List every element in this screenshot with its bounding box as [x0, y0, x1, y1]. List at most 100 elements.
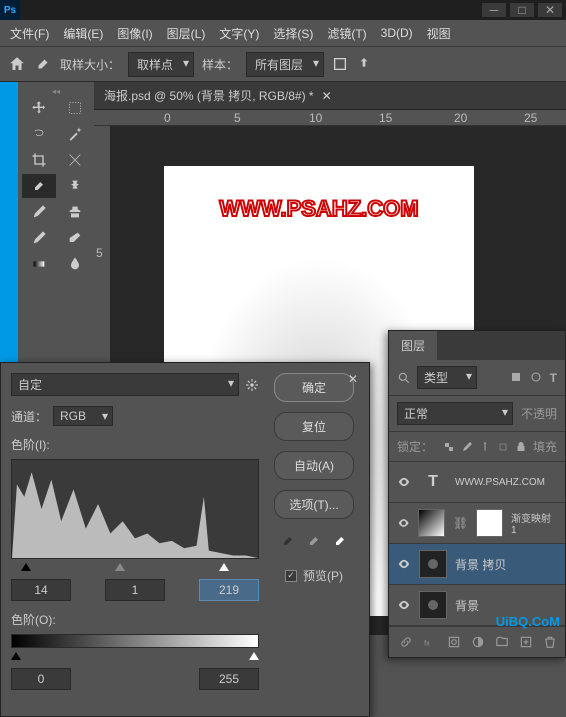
gradient-tool[interactable]	[22, 252, 56, 276]
ok-button[interactable]: 确定	[274, 373, 354, 402]
menu-select[interactable]: 选择(S)	[267, 23, 319, 44]
visibility-icon[interactable]	[397, 598, 411, 612]
layers-panel: 图层 类型 T 正常 不透明 锁定： 填充	[388, 330, 566, 658]
visibility-icon[interactable]	[397, 516, 410, 530]
history-brush-tool[interactable]	[22, 226, 56, 250]
menu-3d[interactable]: 3D(D)	[375, 24, 419, 42]
gear-icon[interactable]	[245, 378, 259, 392]
output-slider[interactable]	[11, 652, 259, 662]
link-icon[interactable]: ⛓	[453, 516, 468, 530]
magic-wand-tool[interactable]	[58, 122, 92, 146]
close-icon[interactable]: ✕	[322, 89, 332, 103]
gray-eyedropper-icon[interactable]	[306, 533, 322, 549]
link-layers-icon[interactable]	[399, 635, 413, 649]
home-icon[interactable]	[8, 55, 26, 73]
tab-layers[interactable]: 图层	[389, 331, 437, 360]
blur-tool[interactable]	[58, 252, 92, 276]
sample-size-label: 取样大小：	[60, 56, 120, 73]
filter-pixel-icon[interactable]	[510, 371, 522, 383]
slice-tool[interactable]	[58, 148, 92, 172]
minimize-button[interactable]: ─	[482, 3, 506, 17]
trash-icon[interactable]	[543, 635, 557, 649]
clone-stamp-tool[interactable]	[58, 200, 92, 224]
share-icon[interactable]	[356, 56, 372, 72]
adjustment-icon[interactable]	[471, 635, 485, 649]
eyedropper-group	[280, 533, 348, 549]
black-point-handle[interactable]	[21, 563, 31, 571]
white-point-handle[interactable]	[219, 563, 229, 571]
menu-filter[interactable]: 滤镜(T)	[321, 23, 372, 44]
visibility-icon[interactable]	[397, 475, 411, 489]
sample-dropdown[interactable]: 所有图层	[246, 52, 324, 77]
dialog-close-button[interactable]: ✕	[343, 369, 363, 389]
sample-size-dropdown[interactable]: 取样点	[128, 52, 194, 77]
maximize-button[interactable]: □	[510, 3, 534, 17]
white-eyedropper-icon[interactable]	[332, 533, 348, 549]
layer-name: 背景 拷贝	[455, 556, 506, 573]
filter-type-icon[interactable]: T	[550, 371, 557, 385]
lasso-tool[interactable]	[22, 122, 56, 146]
menu-file[interactable]: 文件(F)	[4, 23, 55, 44]
reset-button[interactable]: 复位	[274, 412, 354, 441]
show-sampling-ring-icon[interactable]	[332, 56, 348, 72]
eyedropper-tool[interactable]	[22, 174, 56, 198]
document-tab[interactable]: 海报.psd @ 50% (背景 拷贝, RGB/8#) * ✕	[94, 82, 566, 110]
menu-image[interactable]: 图像(I)	[111, 23, 158, 44]
layer-row[interactable]: 背景 拷贝	[389, 544, 565, 585]
output-black-handle[interactable]	[11, 652, 21, 660]
menu-view[interactable]: 视图	[421, 23, 457, 44]
close-button[interactable]: ✕	[538, 3, 562, 17]
healing-brush-tool[interactable]	[58, 174, 92, 198]
blend-mode-dropdown[interactable]: 正常	[397, 402, 513, 425]
canvas-watermark: WWW.PSAHZ.COM	[164, 196, 474, 222]
options-button[interactable]: 选项(T)...	[274, 490, 354, 519]
group-icon[interactable]	[495, 635, 509, 649]
input-mid-field[interactable]: 1	[105, 579, 165, 601]
fx-icon[interactable]: fx	[423, 635, 437, 649]
input-slider[interactable]	[11, 563, 259, 573]
lock-all-icon[interactable]	[515, 441, 527, 453]
histogram-shape	[12, 460, 258, 558]
layer-row[interactable]: T WWW.PSAHZ.COM	[389, 462, 565, 503]
move-tool[interactable]	[22, 96, 56, 120]
output-gradient	[11, 634, 259, 648]
ruler-tick: 5	[96, 246, 103, 260]
new-layer-icon[interactable]	[519, 635, 533, 649]
eraser-tool[interactable]	[58, 226, 92, 250]
channel-dropdown[interactable]: RGB	[53, 406, 113, 426]
input-white-field[interactable]: 219	[199, 579, 259, 601]
output-white-field[interactable]: 255	[199, 668, 259, 690]
tools-drag-handle[interactable]: ◂◂	[22, 86, 90, 96]
output-levels-label: 色阶(O):	[11, 611, 259, 628]
lock-pixels-icon[interactable]	[461, 441, 473, 453]
brush-tool[interactable]	[22, 200, 56, 224]
panel-tabs: 图层	[389, 331, 565, 360]
crop-tool[interactable]	[22, 148, 56, 172]
filter-adjust-icon[interactable]	[530, 371, 542, 383]
filter-type-dropdown[interactable]: 类型	[417, 366, 477, 389]
mask-icon[interactable]	[447, 635, 461, 649]
menu-layer[interactable]: 图层(L)	[161, 23, 212, 44]
svg-text:fx: fx	[424, 641, 430, 648]
lock-artboard-icon[interactable]	[497, 441, 509, 453]
ps-logo: Ps	[0, 0, 20, 20]
lock-position-icon[interactable]	[479, 441, 491, 453]
layer-row[interactable]: ⛓ 渐变映射 1	[389, 503, 565, 544]
preview-checkbox[interactable]: ✓	[285, 570, 297, 582]
eyedropper-tool-icon[interactable]	[34, 55, 52, 73]
workspace: ◂◂ 海报.psd @ 50% (背景 拷贝, RGB/8#) * ✕ 0 5	[0, 82, 566, 635]
preset-dropdown[interactable]: 自定	[11, 373, 239, 396]
visibility-icon[interactable]	[397, 557, 411, 571]
menu-type[interactable]: 文字(Y)	[213, 23, 265, 44]
lock-transparency-icon[interactable]	[443, 441, 455, 453]
layer-name: 渐变映射 1	[511, 510, 557, 536]
mid-point-handle[interactable]	[115, 563, 125, 571]
search-icon[interactable]	[397, 371, 411, 385]
black-eyedropper-icon[interactable]	[280, 533, 296, 549]
marquee-tool[interactable]	[58, 96, 92, 120]
auto-button[interactable]: 自动(A)	[274, 451, 354, 480]
output-black-field[interactable]: 0	[11, 668, 71, 690]
menu-edit[interactable]: 编辑(E)	[57, 23, 109, 44]
output-white-handle[interactable]	[249, 652, 259, 660]
input-black-field[interactable]: 14	[11, 579, 71, 601]
